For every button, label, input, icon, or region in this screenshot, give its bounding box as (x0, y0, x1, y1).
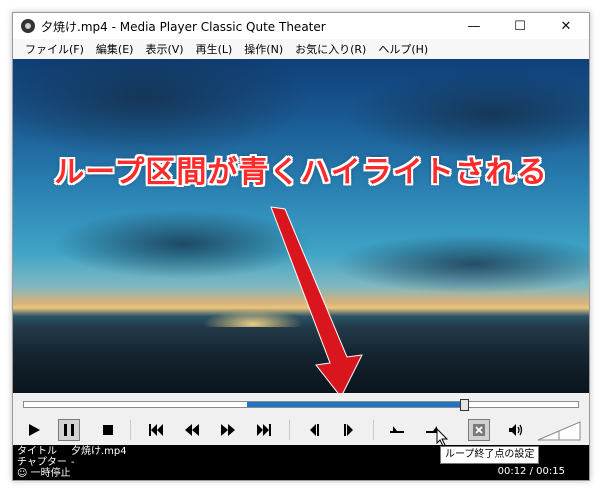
separator (130, 420, 131, 440)
frame-step-back-icon (310, 424, 319, 436)
pause-icon (64, 424, 74, 436)
video-area[interactable]: ループ区間が青くハイライトされる (13, 59, 589, 393)
status-title-value: 夕焼け.mp4 (71, 446, 127, 457)
menu-navigate[interactable]: 操作(N) (238, 41, 289, 57)
menu-bar: ファイル(F) 編集(E) 表示(V) 再生(L) 操作(N) お気に入り(R)… (13, 39, 589, 59)
loop-toggle-icon (473, 424, 485, 436)
total-time: 00:15 (536, 466, 565, 477)
mouse-cursor-icon (436, 428, 449, 447)
status-state-row: ☺ 一時停止 (17, 468, 71, 480)
seek-bar[interactable] (23, 399, 579, 411)
seek-thumb[interactable] (460, 399, 470, 411)
loop-start-icon (390, 426, 404, 433)
menu-file[interactable]: ファイル(F) (19, 41, 90, 57)
close-button[interactable]: ✕ (543, 13, 589, 39)
play-button[interactable] (23, 419, 45, 441)
pause-button[interactable] (58, 419, 80, 441)
tooltip: ループ終了点の設定 (440, 446, 540, 464)
next-button[interactable] (253, 419, 275, 441)
separator (373, 420, 374, 440)
separator (289, 420, 290, 440)
loop-toggle-button[interactable] (468, 419, 490, 441)
loop-range-highlight (246, 402, 465, 407)
frame-step-forward-button[interactable] (338, 419, 360, 441)
menu-edit[interactable]: 編集(E) (90, 41, 140, 57)
volume-icon (509, 424, 523, 436)
mute-button[interactable] (505, 419, 527, 441)
smiley-icon: ☺ (17, 468, 28, 479)
app-logo-icon[interactable] (21, 19, 35, 33)
window-title: 夕焼け.mp4 - Media Player Classic Qute Thea… (41, 19, 326, 34)
menu-play[interactable]: 再生(L) (190, 41, 239, 57)
rewind-button[interactable] (181, 419, 203, 441)
frame-step-forward-icon (344, 424, 353, 436)
loop-start-button[interactable] (386, 419, 408, 441)
time-display: 00:12 / 00:15 (498, 466, 565, 478)
playback-state: 一時停止 (30, 468, 71, 479)
seek-bar-area (13, 393, 589, 415)
play-icon (29, 424, 40, 436)
window-controls: — ☐ ✕ (451, 13, 589, 39)
stop-icon (103, 425, 113, 435)
time-separator: / (529, 466, 533, 477)
menu-view[interactable]: 表示(V) (139, 41, 189, 57)
fast-forward-button[interactable] (217, 419, 239, 441)
previous-button[interactable] (145, 419, 167, 441)
fast-forward-icon (221, 424, 235, 436)
rewind-icon (185, 424, 199, 436)
frame-step-back-button[interactable] (303, 419, 325, 441)
menu-help[interactable]: ヘルプ(H) (372, 41, 434, 57)
minimize-button[interactable]: — (451, 13, 497, 39)
player-window: 夕焼け.mp4 - Media Player Classic Qute Thea… (12, 12, 590, 481)
current-time: 00:12 (497, 466, 527, 477)
stop-button[interactable] (97, 419, 119, 441)
menu-favorites[interactable]: お気に入り(R) (289, 41, 372, 57)
maximize-button[interactable]: ☐ (497, 13, 543, 39)
volume-slider[interactable] (537, 421, 581, 441)
annotation-arrow-icon (270, 206, 363, 393)
skip-back-icon (149, 424, 163, 436)
control-bar (13, 415, 589, 445)
skip-forward-icon (257, 424, 271, 436)
status-chapter-value: - (71, 457, 75, 468)
title-bar: 夕焼け.mp4 - Media Player Classic Qute Thea… (13, 13, 589, 39)
